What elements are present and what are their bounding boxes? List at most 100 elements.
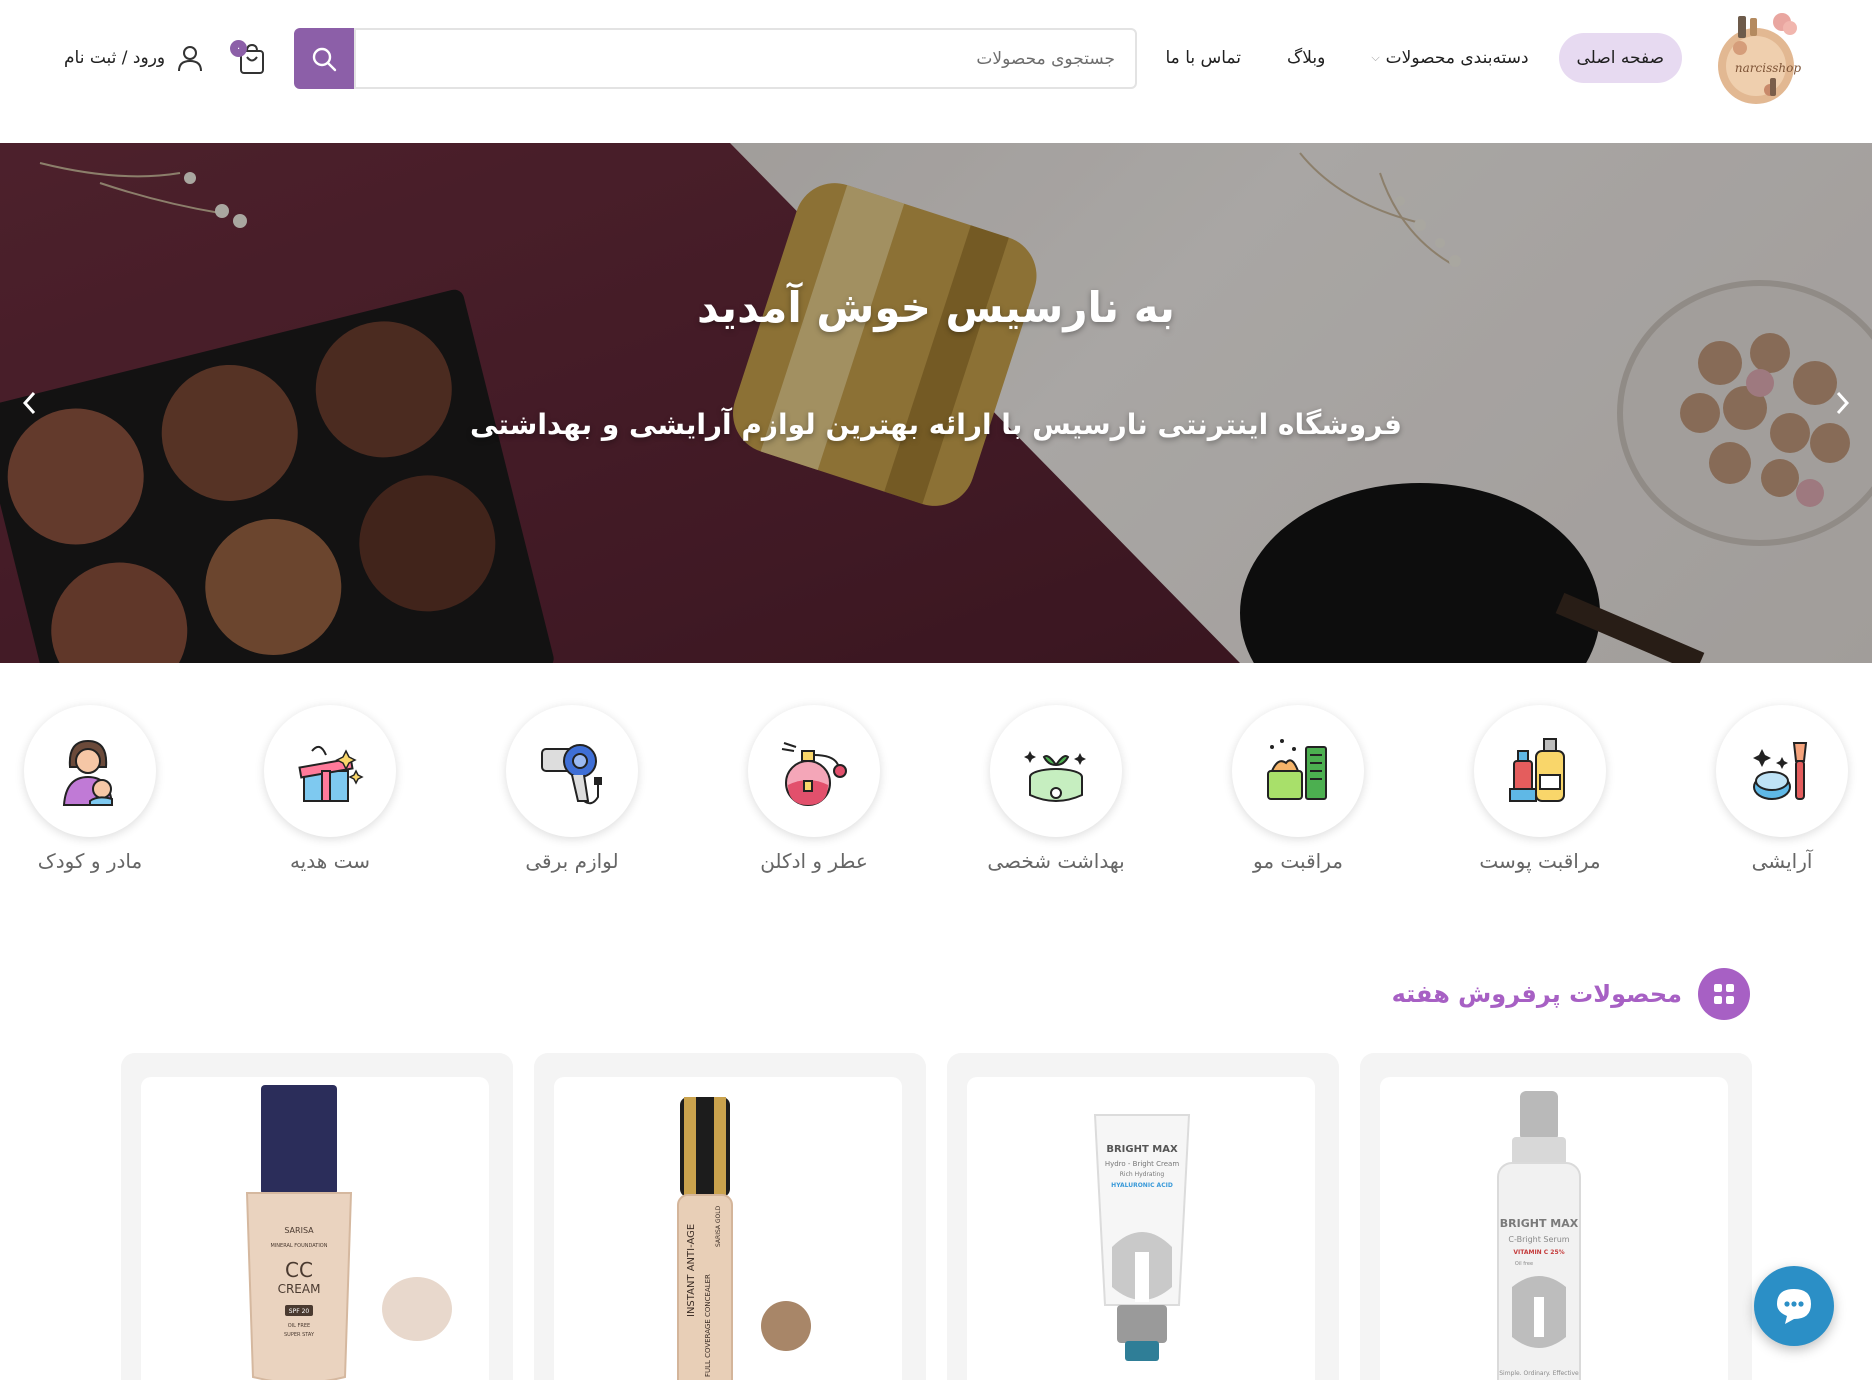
slider-next-button[interactable] bbox=[1822, 383, 1862, 423]
search-icon bbox=[312, 47, 337, 71]
category-skincare[interactable]: مراقبت پوست bbox=[1450, 705, 1630, 873]
search-button[interactable] bbox=[294, 28, 354, 89]
product-line: Oil free bbox=[1515, 1261, 1533, 1267]
product-line: CC bbox=[285, 1258, 313, 1282]
nav-categories[interactable]: دسته‌بندی محصولات ⌵ bbox=[1355, 33, 1544, 83]
nav-blog[interactable]: وبلاگ bbox=[1271, 33, 1341, 83]
shade-swatch bbox=[382, 1277, 452, 1341]
site-logo[interactable]: narcisshop bbox=[1710, 8, 1810, 108]
hero-slider: به نارسیس خوش آمدید فروشگاه اینترنتی نار… bbox=[0, 143, 1872, 663]
mother-child-icon bbox=[62, 739, 114, 806]
cart-button[interactable]: ۰ bbox=[230, 38, 270, 78]
haircare-icon bbox=[1267, 739, 1327, 800]
product-line: Hydro - Bright Cream bbox=[1105, 1160, 1180, 1168]
chat-icon bbox=[1777, 1289, 1811, 1324]
category-circle bbox=[506, 705, 638, 837]
grid-icon bbox=[1698, 968, 1750, 1020]
product-card[interactable]: SARISA MINERAL FOUNDATION CC CREAM SPF 2… bbox=[121, 1053, 513, 1380]
product-card[interactable]: BRIGHT MAX C-Bright Serum VITAMIN C 25% … bbox=[1360, 1053, 1752, 1380]
login-register-label: ورود / ثبت نام bbox=[64, 48, 166, 68]
product-card[interactable]: BRIGHT MAX Hydro - Bright Cream Rich Hyd… bbox=[947, 1053, 1339, 1380]
product-line: Simple. Ordinary. Effective bbox=[1499, 1370, 1579, 1377]
category-haircare[interactable]: مراقبت مو bbox=[1208, 705, 1388, 873]
nav-home[interactable]: صفحه اصلی bbox=[1558, 33, 1682, 83]
nav-categories-label: دسته‌بندی محصولات bbox=[1385, 48, 1529, 68]
product-line: MINERAL FOUNDATION bbox=[271, 1243, 328, 1249]
category-circle bbox=[748, 705, 880, 837]
category-label: بهداشت شخصی bbox=[987, 849, 1125, 873]
product-line: INSTANT ANTI-AGE bbox=[686, 1224, 697, 1317]
product-brand: SARISA GOLD bbox=[715, 1205, 722, 1247]
product-line: CREAM bbox=[278, 1282, 321, 1296]
product-line: FULL COVERAGE CONCEALER bbox=[704, 1274, 712, 1377]
category-personal-hygiene[interactable]: بهداشت شخصی bbox=[966, 705, 1146, 873]
category-label: مراقبت پوست bbox=[1479, 849, 1601, 873]
category-label: لوازم برقی bbox=[525, 849, 619, 873]
user-icon bbox=[178, 46, 203, 72]
slider-prev-button[interactable] bbox=[10, 383, 50, 423]
personal-hygiene-icon bbox=[1024, 751, 1086, 802]
product-brand: BRIGHT MAX bbox=[1106, 1144, 1178, 1155]
category-label: عطر و ادکلن bbox=[760, 849, 868, 873]
category-strip: آرایشی مراقبت پوست مراقبت مو بهداشت شخصی… bbox=[0, 705, 1872, 895]
hero-overlay bbox=[0, 143, 1872, 663]
category-label: ست هدیه bbox=[289, 849, 371, 873]
chevron-left-icon bbox=[22, 391, 36, 415]
product-image-frame: BRIGHT MAX C-Bright Serum VITAMIN C 25% … bbox=[1380, 1077, 1728, 1380]
nav-blog-label: وبلاگ bbox=[1287, 48, 1326, 68]
makeup-icon bbox=[1753, 742, 1808, 800]
nav-contact-label: تماس با ما bbox=[1165, 48, 1242, 68]
category-gift-set[interactable]: ست هدیه bbox=[240, 705, 420, 873]
chevron-right-icon bbox=[1836, 391, 1850, 415]
category-circle bbox=[990, 705, 1122, 837]
product-brand: BRIGHT MAX bbox=[1500, 1217, 1579, 1230]
category-circle bbox=[1474, 705, 1606, 837]
product-line: SPF 20 bbox=[289, 1308, 310, 1315]
category-label: مراقبت مو bbox=[1253, 849, 1343, 873]
category-circle bbox=[264, 705, 396, 837]
category-electrical[interactable]: لوازم برقی bbox=[482, 705, 662, 873]
product-image-frame: INSTANT ANTI-AGE FULL COVERAGE CONCEALER… bbox=[554, 1077, 902, 1380]
search-input[interactable] bbox=[354, 28, 1137, 89]
hero-title: به نارسیس خوش آمدید bbox=[697, 283, 1175, 332]
site-header: narcisshop صفحه اصلی دسته‌بندی محصولات ⌵… bbox=[0, 0, 1872, 143]
category-circle bbox=[1716, 705, 1848, 837]
shade-swatch bbox=[761, 1301, 811, 1351]
category-circle bbox=[1232, 705, 1364, 837]
best-sellers-header: محصولات پرفروش هفته bbox=[1392, 966, 1750, 1022]
product-image: BRIGHT MAX Hydro - Bright Cream Rich Hyd… bbox=[1093, 1114, 1191, 1361]
login-register-link[interactable]: ورود / ثبت نام bbox=[64, 40, 205, 76]
product-image: SARISA MINERAL FOUNDATION CC CREAM SPF 2… bbox=[245, 1085, 452, 1380]
product-image: BRIGHT MAX C-Bright Serum VITAMIN C 25% … bbox=[1497, 1091, 1581, 1380]
hair-dryer-icon bbox=[541, 744, 602, 805]
best-sellers-products: BRIGHT MAX C-Bright Serum VITAMIN C 25% … bbox=[0, 1053, 1872, 1380]
category-perfume[interactable]: عطر و ادکلن bbox=[724, 705, 904, 873]
product-image-frame: SARISA MINERAL FOUNDATION CC CREAM SPF 2… bbox=[141, 1077, 489, 1380]
category-label: آرایشی bbox=[1751, 849, 1813, 873]
product-card[interactable]: INSTANT ANTI-AGE FULL COVERAGE CONCEALER… bbox=[534, 1053, 926, 1380]
nav-home-label: صفحه اصلی bbox=[1576, 48, 1664, 68]
product-line: C-Bright Serum bbox=[1508, 1235, 1569, 1244]
perfume-icon bbox=[781, 742, 847, 806]
product-image: INSTANT ANTI-AGE FULL COVERAGE CONCEALER… bbox=[677, 1097, 811, 1380]
category-circle bbox=[24, 705, 156, 837]
nav-contact[interactable]: تماس با ما bbox=[1150, 33, 1258, 83]
search-bar bbox=[294, 28, 1137, 89]
best-sellers-title: محصولات پرفروش هفته bbox=[1391, 980, 1682, 1008]
product-brand: SARISA bbox=[284, 1226, 314, 1235]
product-image-frame: BRIGHT MAX Hydro - Bright Cream Rich Hyd… bbox=[967, 1077, 1315, 1380]
skincare-icon bbox=[1509, 738, 1565, 802]
product-line: HYALURONIC ACID bbox=[1111, 1182, 1173, 1189]
gift-icon bbox=[298, 745, 364, 802]
logo-image: narcisshop bbox=[1718, 13, 1801, 104]
logo-text: narcisshop bbox=[1735, 61, 1801, 75]
chevron-down-icon: ⌵ bbox=[1371, 51, 1380, 64]
chat-widget-button[interactable] bbox=[1754, 1266, 1834, 1346]
product-line: SUPER STAY bbox=[284, 1332, 315, 1338]
product-line: VITAMIN C 25% bbox=[1513, 1249, 1564, 1256]
category-label: مادر و کودک bbox=[37, 849, 143, 873]
product-line: OIL FREE bbox=[288, 1323, 310, 1329]
category-makeup[interactable]: آرایشی bbox=[1692, 705, 1872, 873]
product-line: Rich Hydrating bbox=[1120, 1171, 1165, 1178]
category-mother-child[interactable]: مادر و کودک bbox=[0, 705, 180, 873]
